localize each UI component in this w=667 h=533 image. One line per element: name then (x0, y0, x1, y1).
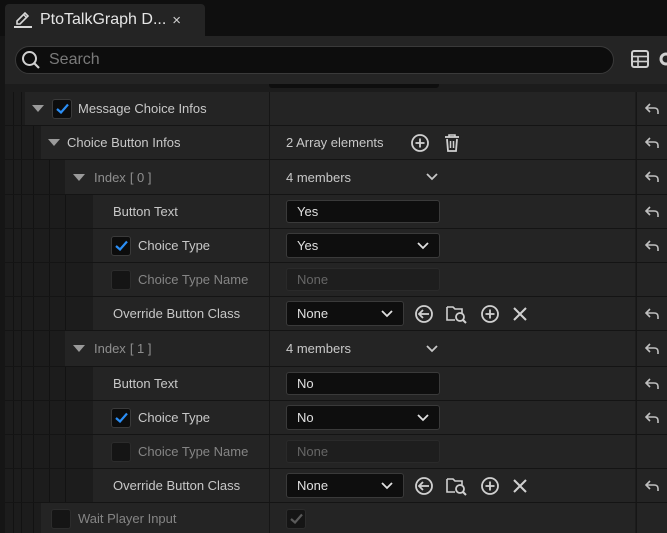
reset-to-default-icon[interactable] (636, 401, 667, 434)
choice-type-name-field: None (286, 268, 440, 291)
override-button-class-label: Override Button Class (113, 478, 241, 493)
wait-player-input-label: Wait Player Input (78, 511, 177, 526)
row-choice-type-name-1: Choice Type Name None (5, 435, 667, 469)
row-choice-type-name-0: Choice Type Name None (5, 263, 667, 297)
choice-type-dropdown[interactable]: No (286, 405, 440, 430)
wait-player-input-checkbox[interactable] (51, 508, 71, 529)
override-button-class-value: None (297, 306, 329, 321)
expand-choice-button-infos-icon[interactable] (48, 139, 60, 146)
index-0-members-dropdown[interactable]: 4 members (286, 170, 438, 185)
use-selected-asset-icon[interactable] (414, 476, 434, 496)
row-wait-player-input: Wait Player Input (5, 503, 667, 533)
details-toolbar (5, 36, 667, 84)
index-1-members-text: 4 members (286, 341, 352, 356)
search-icon (22, 51, 40, 69)
row-choice-type-0: Choice Type Yes (5, 229, 667, 263)
choice-type-name-label: Choice Type Name (138, 444, 249, 459)
choice-type-value: No (297, 410, 314, 425)
checkmark-icon (114, 412, 128, 423)
settings-icon[interactable] (657, 50, 667, 68)
row-override-button-class-1: Override Button Class None (5, 469, 667, 503)
document-tab[interactable]: PtoTalkGraph D... × (5, 4, 205, 36)
reset-to-default-icon[interactable] (636, 92, 667, 125)
message-choice-infos-checkbox[interactable] (52, 98, 72, 119)
index-1-label: Index (94, 341, 126, 356)
chevron-down-icon (417, 413, 429, 421)
search-box[interactable] (15, 46, 614, 74)
expand-index-0-icon[interactable] (73, 173, 85, 181)
reset-to-default-icon[interactable] (636, 160, 667, 194)
add-element-icon[interactable] (410, 133, 430, 153)
chevron-down-icon (381, 309, 393, 317)
row-override-button-class-0: Override Button Class None (5, 297, 667, 331)
checkmark-icon (114, 240, 128, 251)
reset-to-default-icon[interactable] (636, 367, 667, 400)
clipped-field (269, 84, 439, 88)
chevron-down-icon (417, 241, 429, 249)
checkmark-icon (55, 103, 69, 114)
row-index-0: Index [ 0 ] 4 members (5, 160, 667, 195)
details-panel: Message Choice Infos Choice Button Infos… (5, 84, 667, 533)
override-button-class-value: None (297, 478, 329, 493)
index-0-number: [ 0 ] (129, 169, 152, 185)
edit-pencil-icon (14, 11, 32, 28)
tab-bar: PtoTalkGraph D... × (0, 0, 667, 36)
delete-all-trash-icon[interactable] (443, 133, 461, 153)
table-view-icon[interactable] (631, 50, 649, 68)
choice-type-name-checkbox[interactable] (111, 441, 131, 462)
message-choice-infos-label: Message Choice Infos (78, 101, 207, 116)
browse-to-asset-icon[interactable] (446, 304, 468, 324)
clear-icon[interactable] (512, 306, 528, 322)
expand-message-choice-infos-icon[interactable] (32, 105, 44, 112)
tab-title: PtoTalkGraph D... (40, 11, 167, 28)
expand-index-1-icon[interactable] (73, 345, 85, 352)
clear-icon[interactable] (512, 478, 528, 494)
reset-to-default-icon[interactable] (636, 469, 667, 502)
reset-to-default-icon[interactable] (636, 297, 667, 330)
row-index-1: Index [ 1 ] 4 members (5, 331, 667, 367)
index-0-members-text: 4 members (286, 169, 352, 185)
search-input[interactable] (49, 51, 569, 69)
add-new-icon[interactable] (480, 304, 500, 324)
index-0-label: Index (94, 169, 126, 185)
array-count-text: 2 Array elements (286, 135, 384, 150)
choice-type-dropdown[interactable]: Yes (286, 233, 440, 258)
choice-type-name-field: None (286, 440, 440, 463)
button-text-label: Button Text (113, 204, 178, 219)
reset-to-default-icon[interactable] (636, 331, 667, 366)
chevron-down-icon (426, 173, 438, 181)
index-1-members-dropdown[interactable]: 4 members (286, 341, 438, 356)
choice-type-name-checkbox[interactable] (111, 269, 131, 290)
choice-type-name-label: Choice Type Name (138, 272, 249, 287)
add-new-icon[interactable] (480, 476, 500, 496)
index-1-number: [ 1 ] (129, 341, 152, 356)
wait-player-input-value-checkbox[interactable] (286, 508, 306, 529)
choice-type-value: Yes (297, 238, 319, 253)
choice-type-checkbox[interactable] (111, 235, 131, 256)
checkmark-icon (289, 513, 303, 524)
button-text-field[interactable]: Yes (286, 200, 440, 223)
choice-type-label: Choice Type (138, 238, 211, 253)
close-tab-icon[interactable]: × (172, 12, 181, 29)
choice-type-checkbox[interactable] (111, 407, 131, 428)
override-button-class-dropdown[interactable]: None (286, 473, 404, 498)
row-button-text-1: Button Text No (5, 367, 667, 401)
choice-type-label: Choice Type (138, 410, 211, 425)
browse-to-asset-icon[interactable] (446, 476, 468, 496)
row-choice-type-1: Choice Type No (5, 401, 667, 435)
button-text-field[interactable]: No (286, 372, 440, 395)
use-selected-asset-icon[interactable] (414, 304, 434, 324)
chevron-down-icon (426, 344, 438, 352)
reset-to-default-icon[interactable] (636, 195, 667, 228)
reset-to-default-icon[interactable] (636, 126, 667, 159)
button-text-label: Button Text (113, 376, 178, 391)
reset-to-default-icon[interactable] (636, 229, 667, 262)
row-button-text-0: Button Text Yes (5, 195, 667, 229)
choice-button-infos-label: Choice Button Infos (67, 135, 181, 150)
chevron-down-icon (381, 481, 393, 489)
override-button-class-dropdown[interactable]: None (286, 301, 404, 326)
override-button-class-label: Override Button Class (113, 306, 241, 321)
row-choice-button-infos: Choice Button Infos 2 Array elements (5, 126, 667, 160)
row-message-choice-infos: Message Choice Infos (5, 92, 667, 126)
